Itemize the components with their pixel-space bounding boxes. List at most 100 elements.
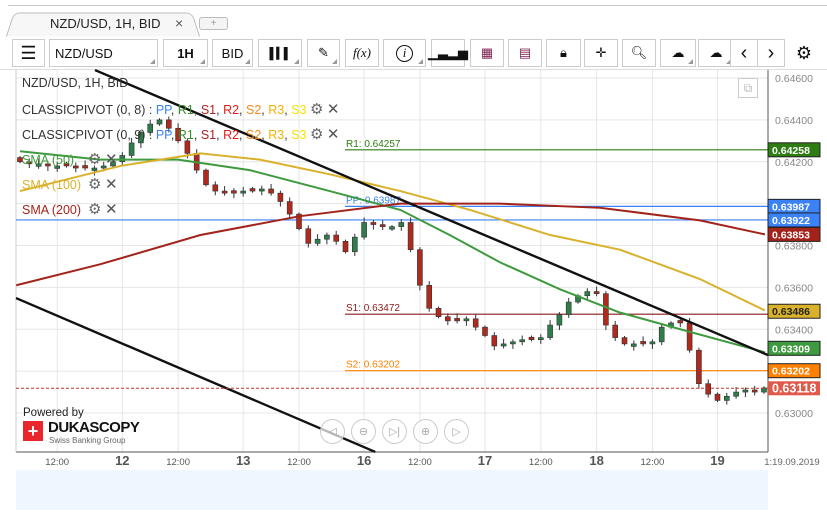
price-tag-label: 0.63309 [772,343,810,355]
logo-tagline: Swiss Banking Group [49,436,126,445]
candle-body [444,316,451,322]
y-tick-label: 0.63600 [775,282,813,294]
candle-body [500,343,507,347]
candle-body [203,169,209,186]
pivot-level: S2 [246,128,262,142]
popout-icon[interactable]: ⧉ [738,78,758,98]
candle-body [389,226,395,230]
scroll-back-button[interactable]: ◁ [320,419,345,444]
candle-body [491,335,498,347]
candle-body [435,308,442,317]
triangle-right-icon: ▷ [452,426,461,438]
pivot-level: R2 [223,103,240,117]
gear-icon[interactable]: ⚙ [310,126,323,143]
gear-icon[interactable]: ⚙ [88,176,101,193]
x-tick-label: 12:00 [408,457,432,468]
pivot-legend-row: CLASSICPIVOT (0, 9) : PP, R1, S1, R2, S2… [22,126,340,143]
candle-body [370,222,377,225]
y-tick-label: 0.64600 [775,73,813,85]
candle-body [751,389,758,393]
gear-icon[interactable]: ⚙ [88,201,101,218]
candle-body [277,192,284,202]
close-icon[interactable]: ✕ [105,151,118,168]
candle-body [351,236,358,253]
candle-body [705,383,712,395]
candle-body [621,337,628,345]
scroll-forward-button[interactable]: ▷ [444,419,469,444]
candle-body [379,224,386,227]
candle-body [212,184,219,192]
zoom-out-button[interactable]: ⊖ [351,419,376,444]
candle-body [603,293,609,326]
y-tick-label: 0.64400 [775,115,813,127]
gear-icon[interactable]: ⚙ [88,151,101,168]
candle-body [417,249,423,286]
pivot-level: PP [155,128,171,142]
pivot-level: S1 [200,103,217,117]
dukascopy-logo: + [23,421,43,441]
candle-body [463,318,470,322]
skip-end-icon: ▷| [388,426,401,438]
y-tick-label: 0.63400 [775,324,813,336]
x-tick-label: 19 [710,453,724,468]
candle-body [723,395,730,401]
candle-body [156,119,163,125]
y-tick-label: 0.63000 [775,408,813,420]
price-tag-label: 0.63987 [772,201,810,213]
price-tag-label: 0.63853 [772,229,810,241]
candle-body [305,228,312,244]
candle-body [407,222,414,250]
candle-body [565,301,572,315]
candle-body [314,238,321,244]
candle-body [696,349,702,384]
y-tick-label: 0.64200 [775,157,813,169]
navigator-overview[interactable] [16,470,768,510]
candle-body [640,341,646,345]
candle-body [472,318,479,328]
sma-label: SMA (50) [22,153,75,167]
x-tick-label: 16 [357,453,371,468]
candle-body [547,324,553,338]
candle-body [361,222,367,238]
candle-body [510,341,516,345]
pivot-level-label: R1: 0.64257 [346,139,401,150]
x-tick-label: 12:00 [45,457,69,468]
x-tick-label: 12:00 [641,457,665,468]
candle-body [454,318,460,322]
zoom-in-button[interactable]: ⊕ [413,419,438,444]
candle-body [537,337,544,341]
pivot-level: R1 [177,128,194,142]
candle-body [584,291,591,297]
x-tick-label: 13 [236,453,250,468]
candle-body [686,322,693,351]
candle-body [733,391,739,397]
candle-body [556,314,563,326]
close-icon[interactable]: ✕ [105,201,118,218]
candle-body [426,284,433,309]
pivot-level: R3 [268,128,285,142]
price-tag-label: 0.63922 [772,215,810,227]
price-tag-label: 0.64258 [772,145,810,157]
close-icon[interactable]: ✕ [105,176,118,193]
candle-body [677,320,684,324]
sma-legend-row: SMA (50) ⚙ ✕ [22,150,118,168]
y-tick-label: 0.63800 [775,241,813,253]
x-tick-label: 12:00 [287,457,311,468]
close-icon[interactable]: ✕ [327,126,340,143]
go-latest-button[interactable]: ▷| [382,419,407,444]
close-icon[interactable]: ✕ [327,101,340,118]
price-tag-label: 0.63202 [772,366,810,378]
pivot-level: PP [155,103,171,117]
x-end-label: 1:19.09.2019 [764,457,819,468]
candle-body [258,188,265,192]
gear-icon[interactable]: ⚙ [310,101,323,118]
candle-body [268,188,274,194]
candle-body [658,326,665,343]
candle-body [231,190,237,194]
candle-body [528,336,535,341]
pivot-level: R1 [177,103,194,117]
pivot-level: R3 [268,103,285,117]
candle-body [119,155,126,163]
candle-body [714,393,721,401]
x-tick-label: 12 [115,453,129,468]
